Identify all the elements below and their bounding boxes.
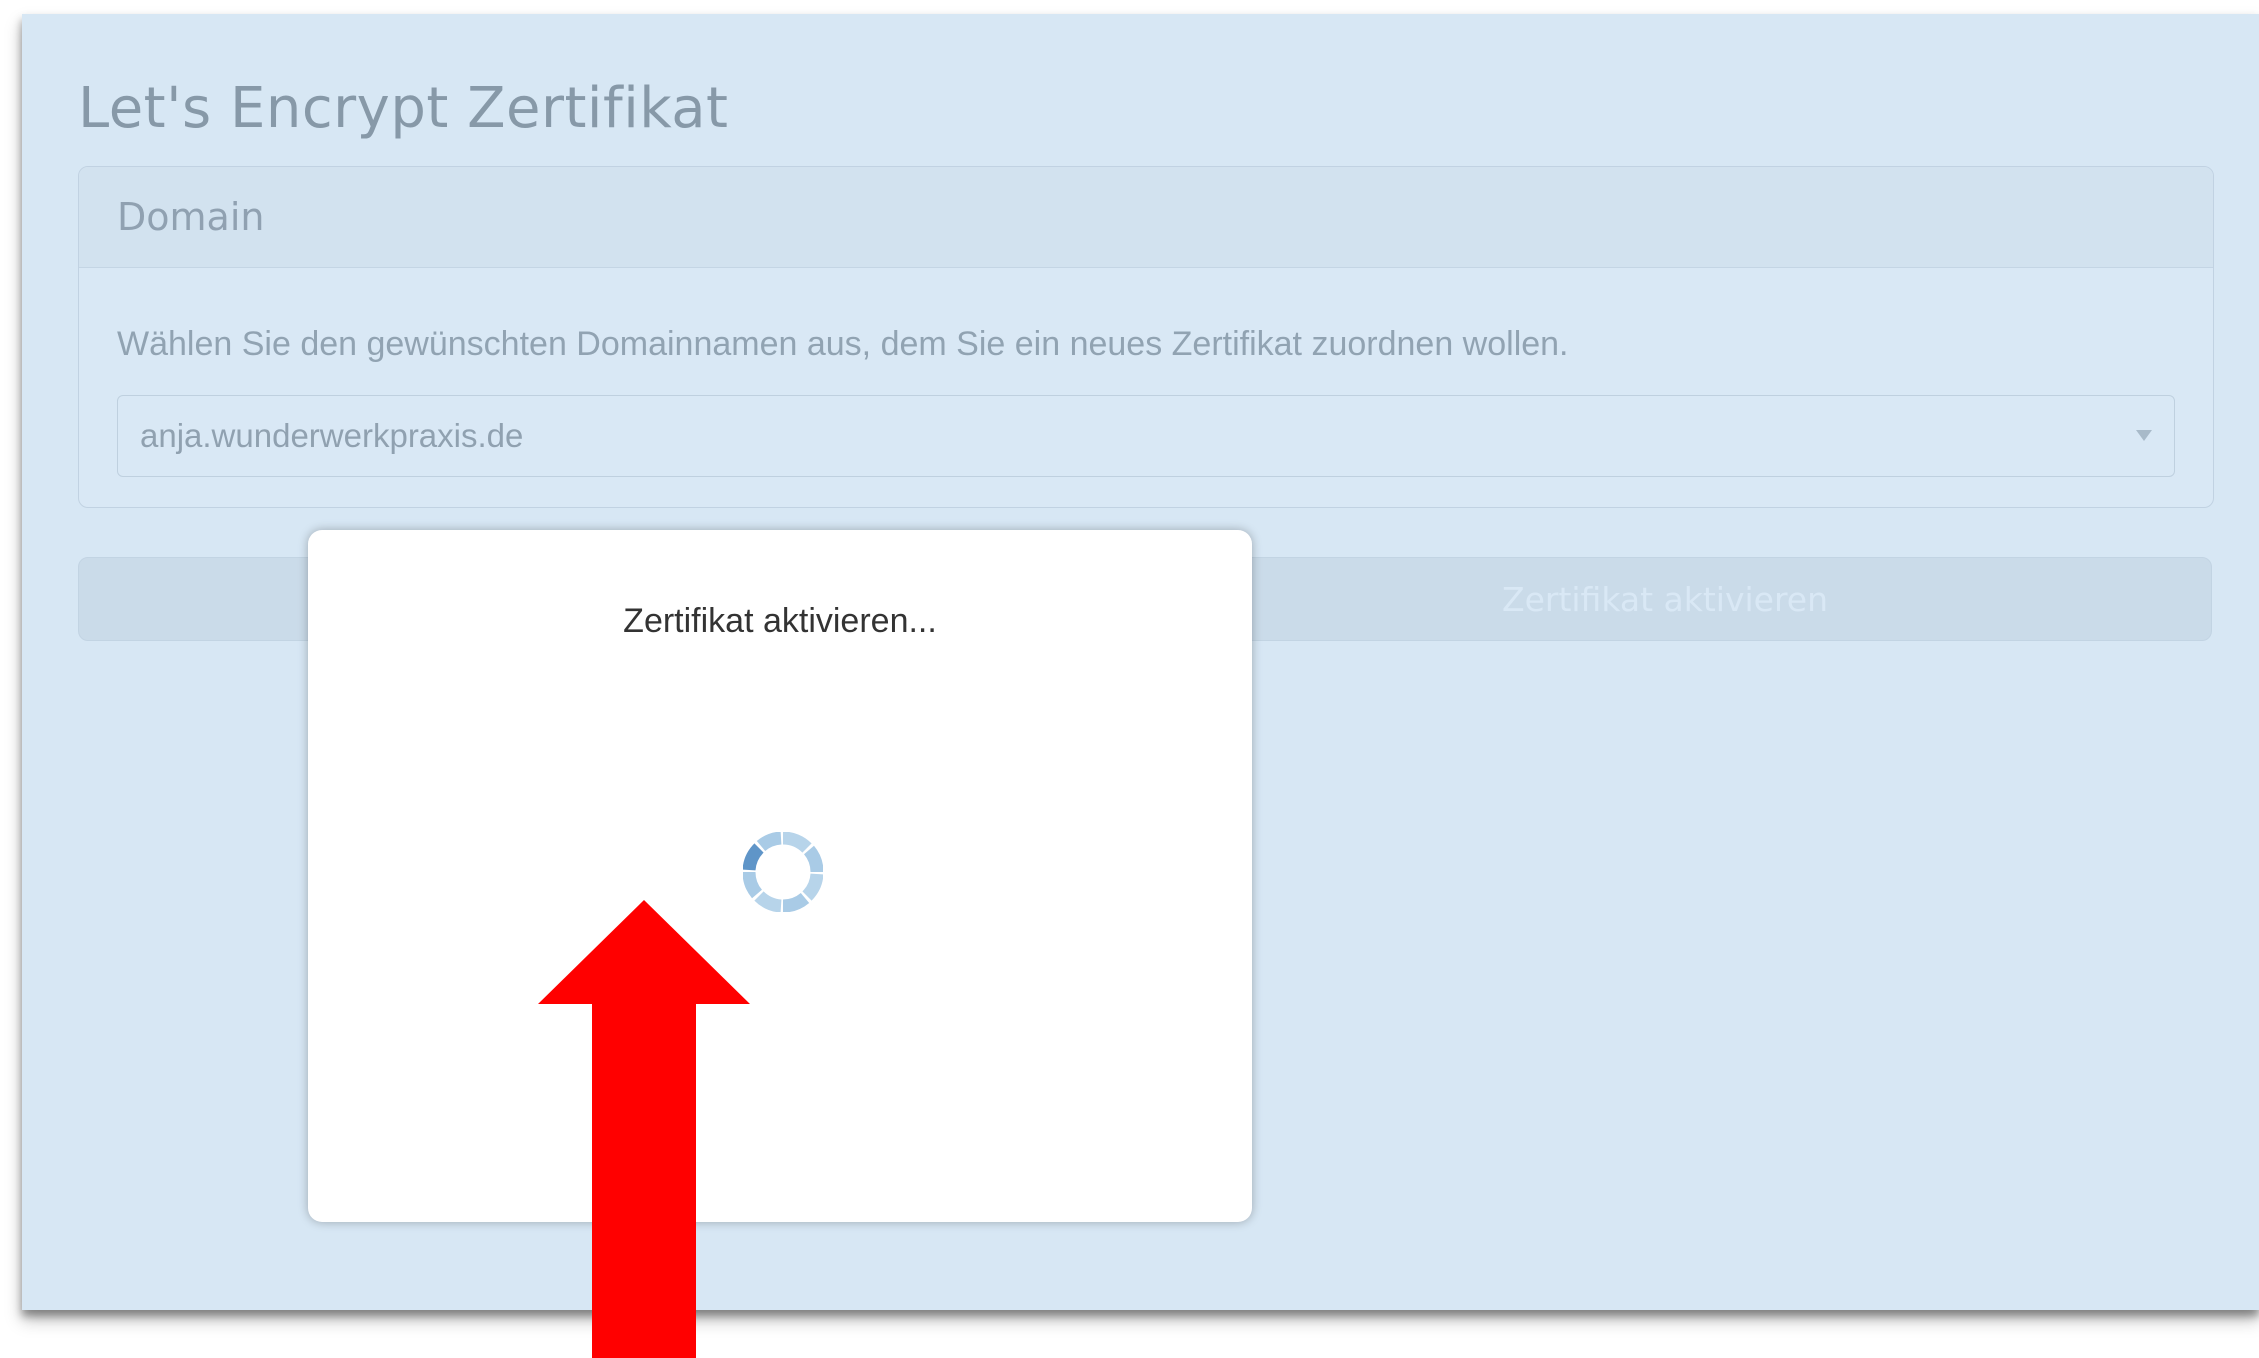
- modal-title: Zertifikat aktivieren...: [623, 602, 937, 640]
- browser-content-frame: Let's Encrypt Zertifikat Domain Wählen S…: [22, 14, 2259, 1310]
- progress-modal: Zertifikat aktivieren...: [308, 530, 1252, 1222]
- loading-spinner-icon: [743, 832, 823, 912]
- red-up-arrow-icon: [538, 900, 750, 1358]
- screenshot-stage: Let's Encrypt Zertifikat Domain Wählen S…: [0, 0, 2259, 1358]
